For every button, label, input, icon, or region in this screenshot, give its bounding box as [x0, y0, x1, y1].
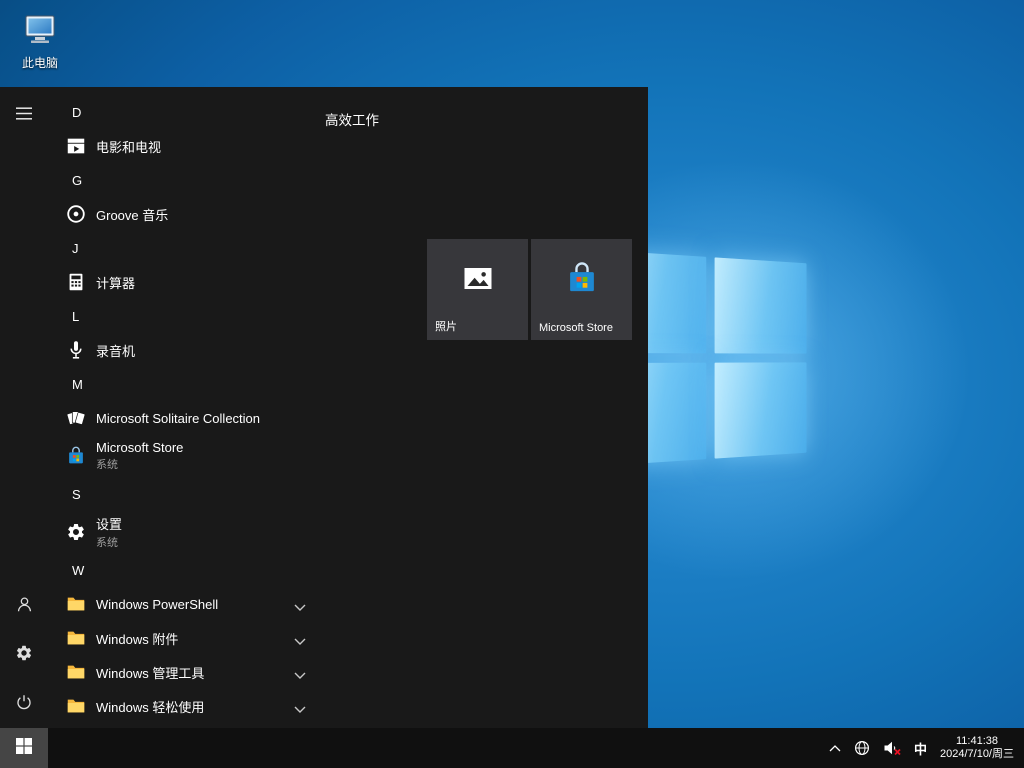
folder-label: Windows 管理工具	[96, 663, 204, 682]
settings-button[interactable]	[0, 631, 48, 679]
store-icon	[64, 444, 88, 468]
chevron-down-icon[interactable]	[294, 600, 306, 608]
tile-grid: 照片 Microsoft Store	[427, 239, 632, 340]
app-label: 电影和电视	[96, 137, 161, 156]
voice-recorder-icon	[64, 338, 88, 362]
section-letter: W	[72, 563, 84, 578]
app-label: Groove 音乐	[96, 205, 168, 224]
app-item-solitaire[interactable]: Microsoft Solitaire Collection	[48, 401, 358, 435]
section-letter: D	[72, 105, 81, 120]
start-menu: D 电影和电视 G Groove 音乐 J 计算器 L	[0, 87, 648, 728]
folder-item-windows-accessories[interactable]: Windows 附件	[48, 621, 358, 655]
gear-icon	[15, 644, 33, 667]
app-section-w[interactable]: W	[48, 553, 358, 587]
hamburger-icon	[16, 107, 32, 125]
app-item-settings[interactable]: 设置 系统	[48, 511, 358, 553]
clock-time: 11:41:38	[956, 735, 998, 748]
app-section-m[interactable]: M	[48, 367, 358, 401]
app-item-voice-recorder[interactable]: 录音机	[48, 333, 358, 367]
folder-label: Windows PowerShell	[96, 597, 218, 612]
app-label: 计算器	[96, 273, 135, 292]
tile-photos[interactable]: 照片	[427, 239, 528, 340]
tile-label: Microsoft Store	[539, 322, 613, 334]
section-letter: S	[72, 487, 81, 502]
clock-date: 2024/7/10/周三	[940, 748, 1014, 761]
chevron-down-icon[interactable]	[294, 702, 306, 710]
app-section-d[interactable]: D	[48, 95, 358, 129]
section-letter: J	[72, 241, 79, 256]
expand-menu-button[interactable]	[0, 92, 48, 140]
tile-label: 照片	[435, 318, 457, 334]
app-label: 设置	[96, 514, 122, 533]
app-label: 录音机	[96, 341, 135, 360]
app-label: Microsoft Solitaire Collection	[96, 411, 260, 426]
solitaire-icon	[64, 406, 88, 430]
folder-label: Windows 附件	[96, 629, 178, 648]
app-item-calculator[interactable]: 计算器	[48, 265, 358, 299]
power-button[interactable]	[0, 680, 48, 728]
photos-icon	[460, 261, 496, 302]
section-letter: L	[72, 309, 79, 324]
section-letter: G	[72, 173, 82, 188]
tile-group-title[interactable]: 高效工作	[325, 109, 379, 129]
windows-logo-pane	[714, 362, 806, 458]
desktop-icon-label: 此电脑	[22, 54, 58, 71]
chevron-down-icon[interactable]	[294, 668, 306, 676]
section-letter: M	[72, 377, 83, 392]
system-tray: 中 11:41:38 2024/7/10/周三	[819, 728, 1024, 768]
calculator-icon	[64, 270, 88, 294]
user-icon	[15, 595, 34, 619]
store-icon	[563, 260, 601, 303]
volume-muted-icon[interactable]	[883, 740, 901, 756]
this-pc-icon	[23, 12, 57, 51]
folder-icon	[64, 660, 88, 684]
folder-icon	[64, 694, 88, 718]
folder-item-windows-admin-tools[interactable]: Windows 管理工具	[48, 655, 358, 689]
start-button[interactable]	[0, 728, 48, 768]
settings-gear-icon	[64, 520, 88, 544]
taskbar: 中 11:41:38 2024/7/10/周三	[0, 728, 1024, 768]
network-globe-icon[interactable]	[854, 740, 870, 756]
app-sublabel: 系统	[96, 456, 183, 472]
chevron-down-icon[interactable]	[294, 634, 306, 642]
folder-icon	[64, 626, 88, 650]
tile-microsoft-store[interactable]: Microsoft Store	[531, 239, 632, 340]
app-section-s[interactable]: S	[48, 477, 358, 511]
folder-item-windows-ease-of-access[interactable]: Windows 轻松使用	[48, 689, 358, 723]
windows-logo-icon	[16, 738, 32, 759]
app-label: Microsoft Store	[96, 440, 183, 455]
start-menu-rail	[0, 87, 48, 728]
app-item-microsoft-store[interactable]: Microsoft Store 系统	[48, 435, 358, 477]
ime-indicator[interactable]: 中	[914, 739, 927, 758]
start-app-list: D 电影和电视 G Groove 音乐 J 计算器 L	[48, 87, 358, 728]
app-section-l[interactable]: L	[48, 299, 358, 333]
app-item-groove-music[interactable]: Groove 音乐	[48, 197, 358, 231]
user-account-button[interactable]	[0, 583, 48, 631]
folder-label: Windows 轻松使用	[96, 697, 204, 716]
groove-music-icon	[64, 202, 88, 226]
power-icon	[15, 693, 33, 716]
folder-item-windows-powershell[interactable]: Windows PowerShell	[48, 587, 358, 621]
app-section-g[interactable]: G	[48, 163, 358, 197]
tray-chevron-up-icon[interactable]	[829, 744, 841, 752]
app-section-j[interactable]: J	[48, 231, 358, 265]
windows-logo-pane	[714, 257, 806, 353]
movies-tv-icon	[64, 134, 88, 158]
clock[interactable]: 11:41:38 2024/7/10/周三	[940, 735, 1014, 761]
desktop-icon-this-pc[interactable]: 此电脑	[12, 12, 68, 71]
app-sublabel: 系统	[96, 534, 122, 550]
app-item-movies-tv[interactable]: 电影和电视	[48, 129, 358, 163]
folder-icon	[64, 592, 88, 616]
